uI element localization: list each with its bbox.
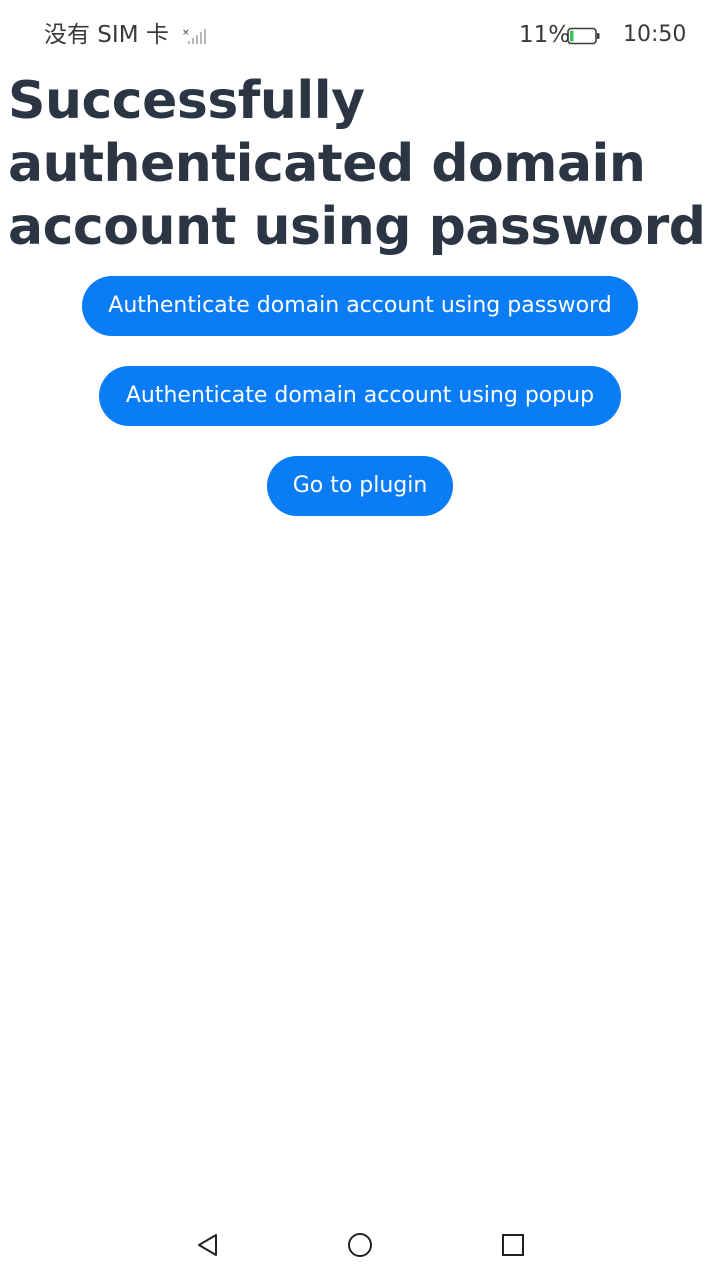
battery-percent: 11% <box>519 22 571 48</box>
carrier-label: 没有 SIM 卡 <box>44 22 169 48</box>
signal-off-icon: × <box>182 27 210 45</box>
go-to-plugin-button[interactable]: Go to plugin <box>267 456 453 516</box>
recent-square-icon[interactable] <box>498 1230 528 1260</box>
status-bar: 没有 SIM 卡 × 11% 10:50 <box>0 0 720 70</box>
home-circle-icon[interactable] <box>345 1230 375 1260</box>
clock: 10:50 <box>623 22 687 47</box>
navigation-bar <box>0 1210 720 1280</box>
svg-text:×: × <box>182 28 190 38</box>
authenticate-password-button[interactable]: Authenticate domain account using passwo… <box>82 276 638 336</box>
back-triangle-icon[interactable] <box>193 1230 223 1260</box>
authenticate-popup-button[interactable]: Authenticate domain account using popup <box>99 366 621 426</box>
battery-low-icon <box>567 27 601 45</box>
page-title: Successfully authenticated domain accoun… <box>8 71 706 257</box>
